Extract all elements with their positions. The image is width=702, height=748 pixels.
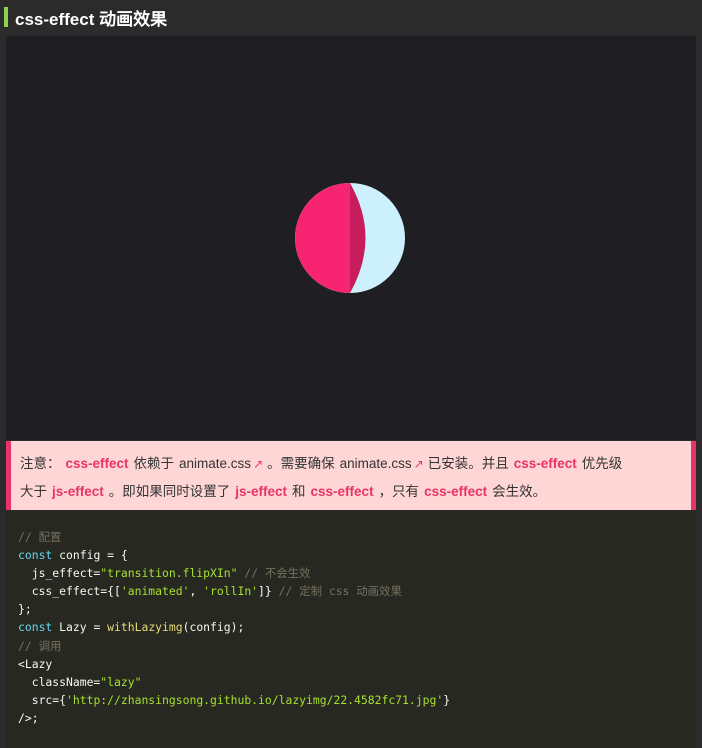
notice-prefix: 注意： bbox=[20, 456, 61, 471]
code-token: (config); bbox=[182, 620, 245, 635]
notice-text: 和 bbox=[292, 484, 306, 499]
code-line: className="lazy" bbox=[18, 673, 696, 691]
code-css-effect: css-effect bbox=[513, 456, 577, 471]
code-line: src={'http://zhansingsong.github.io/lazy… bbox=[18, 691, 696, 709]
animate-css-link[interactable]: animate.css bbox=[335, 456, 414, 471]
notice-text: 。即如果同时设置了 bbox=[108, 484, 231, 499]
code-token: Lazy = bbox=[52, 620, 108, 635]
notice-text: 会生效。 bbox=[492, 484, 547, 499]
section-heading: css-effect 动画效果 bbox=[4, 0, 698, 34]
code-line: js_effect="transition.flipXIn" // 不会生效 bbox=[18, 564, 696, 582]
code-js-effect: js-effect bbox=[235, 484, 288, 499]
code-token: ]} bbox=[258, 584, 272, 599]
code-css-effect: css-effect bbox=[310, 484, 374, 499]
code-css-effect: css-effect bbox=[424, 484, 488, 499]
code-line: const Lazy = withLazyimg(config); bbox=[18, 618, 696, 636]
notice-text: 。需要确保 bbox=[267, 456, 335, 471]
code-line: }; bbox=[18, 600, 696, 618]
section-title: css-effect 动画效果 bbox=[15, 9, 168, 29]
code-line: css_effect={['animated', 'rollIn']} // 定… bbox=[18, 582, 696, 600]
rolling-ball-icon bbox=[295, 183, 405, 293]
code-token: className= bbox=[18, 674, 101, 689]
code-token: 'animated' bbox=[120, 584, 190, 599]
code-token: } bbox=[443, 692, 451, 707]
code-token: // 定制 css 动画效果 bbox=[271, 584, 402, 599]
code-token: "lazy" bbox=[100, 674, 142, 689]
code-css-effect: css-effect bbox=[65, 456, 129, 471]
code-token: // 不会生效 bbox=[237, 566, 311, 581]
external-link-icon: ↗ bbox=[253, 457, 264, 471]
code-token: <Lazy bbox=[18, 656, 53, 671]
code-token: "transition.flipXIn" bbox=[100, 566, 238, 581]
code-token: js_effect= bbox=[18, 566, 101, 581]
notice-box: 注意： css-effect 依赖于 animate.css ↗ 。需要确保 animate… bbox=[6, 441, 696, 510]
notice-text: ，只有 bbox=[378, 484, 420, 499]
code-line: const config = { bbox=[18, 546, 696, 564]
notice-text: 优先级 bbox=[581, 456, 623, 471]
code-token: withLazyimg bbox=[107, 620, 183, 635]
code-token: , bbox=[189, 584, 204, 599]
notice-text: 依赖于 bbox=[133, 456, 175, 471]
code-line: />; bbox=[18, 709, 696, 727]
code-token: // 调用 bbox=[18, 638, 62, 653]
code-block: // 配置 const config = { js_effect="transit… bbox=[6, 511, 696, 748]
code-token: />; bbox=[18, 710, 39, 725]
code-line: // 调用 bbox=[18, 637, 696, 655]
heading-accent-bar bbox=[4, 7, 8, 27]
code-token: src={ bbox=[18, 692, 67, 707]
notice-text: 大于 bbox=[20, 484, 47, 499]
code-token: const bbox=[18, 548, 53, 563]
notice-text: 已安装。并且 bbox=[427, 456, 509, 471]
code-line: <Lazy bbox=[18, 655, 696, 673]
code-token: 'rollIn' bbox=[203, 584, 259, 599]
animation-demo-area bbox=[6, 36, 696, 440]
code-line: // 配置 bbox=[18, 528, 696, 546]
animate-css-link[interactable]: animate.css bbox=[174, 456, 253, 471]
code-token: css_effect={[ bbox=[18, 584, 121, 599]
code-token: 'http://zhansingsong.github.io/lazyimg/2… bbox=[66, 692, 444, 707]
code-token: config = { bbox=[52, 548, 128, 563]
code-token: }; bbox=[18, 602, 32, 617]
code-js-effect: js-effect bbox=[52, 484, 104, 499]
external-link-icon: ↗ bbox=[413, 457, 424, 471]
code-token: // 配置 bbox=[18, 530, 62, 544]
code-token: const bbox=[18, 620, 53, 635]
